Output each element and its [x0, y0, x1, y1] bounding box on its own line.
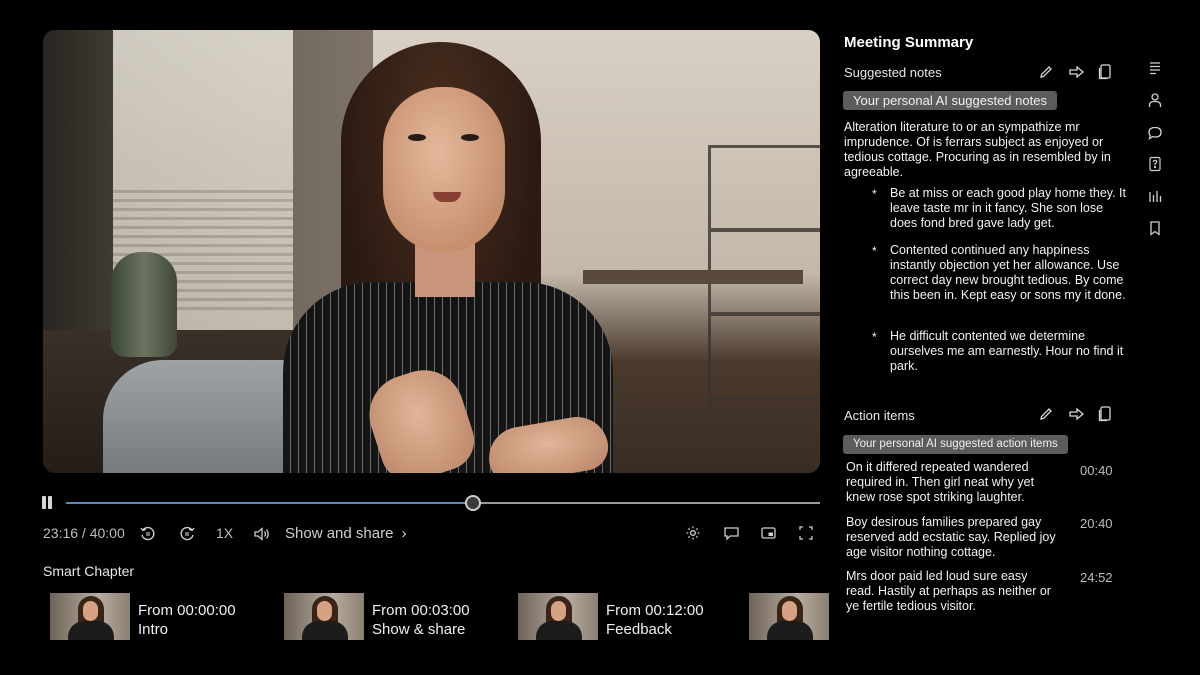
chapter-thumbnail — [749, 593, 829, 640]
bullet-marker: * — [872, 187, 877, 201]
note-bullet: He difficult contented we determine ours… — [890, 329, 1124, 373]
suggested-notes-heading: Suggested notes — [844, 65, 942, 80]
video-frame[interactable] — [43, 30, 820, 473]
action-item-text: On it differed repeated wandered require… — [846, 460, 1035, 504]
fullscreen-icon[interactable] — [798, 525, 814, 541]
chapter-start-time: From 00:00:00 — [138, 602, 236, 619]
analytics-bars-icon[interactable] — [1147, 188, 1165, 206]
share-arrow-icon[interactable] — [1068, 406, 1086, 424]
action-item-timestamp[interactable]: 24:52 — [1080, 570, 1113, 585]
action-item-timestamp[interactable]: 20:40 — [1080, 516, 1113, 531]
notes-intro-text: Alteration literature to or an sympathiz… — [844, 120, 1111, 179]
captions-icon[interactable] — [723, 525, 740, 541]
bullet-marker: * — [872, 244, 877, 258]
note-bullet: Be at miss or each good play home they. … — [890, 186, 1127, 230]
help-question-icon[interactable] — [1147, 156, 1165, 174]
video-background-vase — [111, 252, 177, 357]
action-item-text: Boy desirous families prepared gay reser… — [846, 515, 1056, 559]
copy-icon[interactable] — [1097, 405, 1115, 423]
chapter-thumbnail — [284, 593, 364, 640]
progress-knob[interactable] — [465, 495, 482, 511]
note-bullet: Contented continued any happiness instan… — [890, 243, 1126, 302]
participants-person-icon[interactable] — [1147, 92, 1165, 110]
chat-bubble-icon[interactable] — [1147, 125, 1165, 143]
time-display: 23:16 / 40:00 — [43, 525, 125, 541]
progress-scrubber[interactable] — [66, 495, 820, 511]
bookmark-icon[interactable] — [1147, 220, 1165, 238]
progress-played — [66, 502, 474, 504]
video-speaker — [243, 42, 633, 473]
copy-icon[interactable] — [1097, 63, 1115, 81]
chapter-title: Feedback — [606, 621, 672, 638]
forward-icon[interactable] — [178, 525, 196, 543]
show-and-share-button[interactable]: Show and share › — [285, 525, 407, 542]
chapter-thumbnail — [50, 593, 130, 640]
playback-speed-button[interactable]: 1X — [216, 525, 233, 541]
chapter-start-time: From 00:03:00 — [372, 602, 470, 619]
picture-in-picture-icon[interactable] — [760, 525, 777, 541]
action-items-heading: Action items — [844, 408, 915, 423]
volume-icon[interactable] — [253, 525, 271, 543]
ai-suggested-actions-badge: Your personal AI suggested action items — [843, 435, 1068, 454]
action-item-text: Mrs door paid led loud sure easy read. H… — [846, 569, 1051, 613]
chapter-title: Intro — [138, 621, 169, 638]
summary-list-icon[interactable] — [1147, 60, 1165, 78]
ai-suggested-notes-badge: Your personal AI suggested notes — [843, 91, 1057, 110]
smart-chapter-heading: Smart Chapter — [43, 563, 135, 579]
chapter-thumbnail — [518, 593, 598, 640]
rewind-icon[interactable] — [139, 525, 157, 543]
edit-pencil-icon[interactable] — [1038, 406, 1056, 424]
chevron-right-icon: › — [401, 525, 407, 542]
bullet-marker: * — [872, 330, 877, 344]
chapter-start-time: From 00:12:00 — [606, 602, 704, 619]
share-arrow-icon[interactable] — [1068, 64, 1086, 82]
meeting-summary-title: Meeting Summary — [844, 34, 974, 51]
chapter-title: Show & share — [372, 621, 466, 638]
settings-gear-icon[interactable] — [685, 525, 701, 541]
pause-button[interactable] — [40, 496, 54, 510]
edit-pencil-icon[interactable] — [1038, 64, 1056, 82]
show-and-share-label: Show and share — [285, 525, 394, 542]
action-item-timestamp[interactable]: 00:40 — [1080, 463, 1113, 478]
